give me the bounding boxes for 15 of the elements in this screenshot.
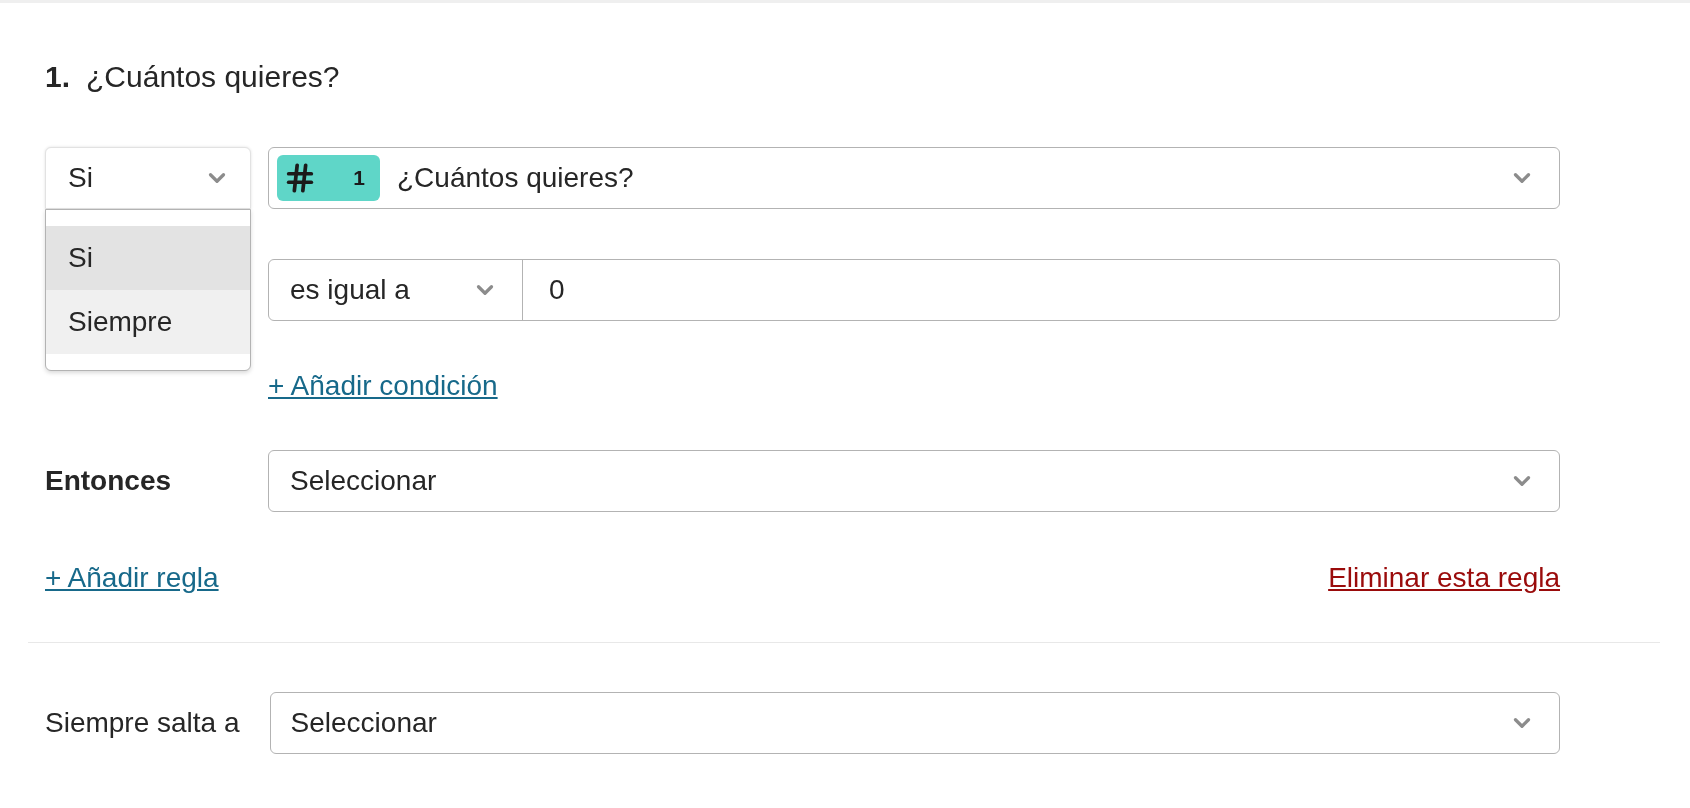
question-number: 1. — [45, 58, 71, 95]
dropdown-option[interactable]: Siempre — [46, 290, 250, 354]
question-select[interactable]: 1 ¿Cuántos quieres? — [268, 147, 1560, 209]
then-select[interactable]: Seleccionar — [268, 450, 1560, 512]
selected-question: ¿Cuántos quieres? — [397, 161, 635, 195]
add-condition-link[interactable]: + Añadir condición — [268, 365, 498, 407]
dropdown-option[interactable]: Si — [46, 226, 250, 290]
delete-rule-link[interactable]: Eliminar esta regla — [1328, 557, 1560, 599]
question-title: ¿Cuántos quieres? — [86, 58, 340, 95]
condition-select[interactable]: Si — [45, 147, 251, 209]
badge-number: 1 — [353, 165, 365, 192]
add-rule-link[interactable]: + Añadir regla — [45, 557, 219, 599]
always-jump-select[interactable]: Seleccionar — [269, 692, 1560, 754]
then-label: Entonces — [45, 464, 172, 498]
always-jump-label: Siempre salta a — [45, 706, 240, 740]
